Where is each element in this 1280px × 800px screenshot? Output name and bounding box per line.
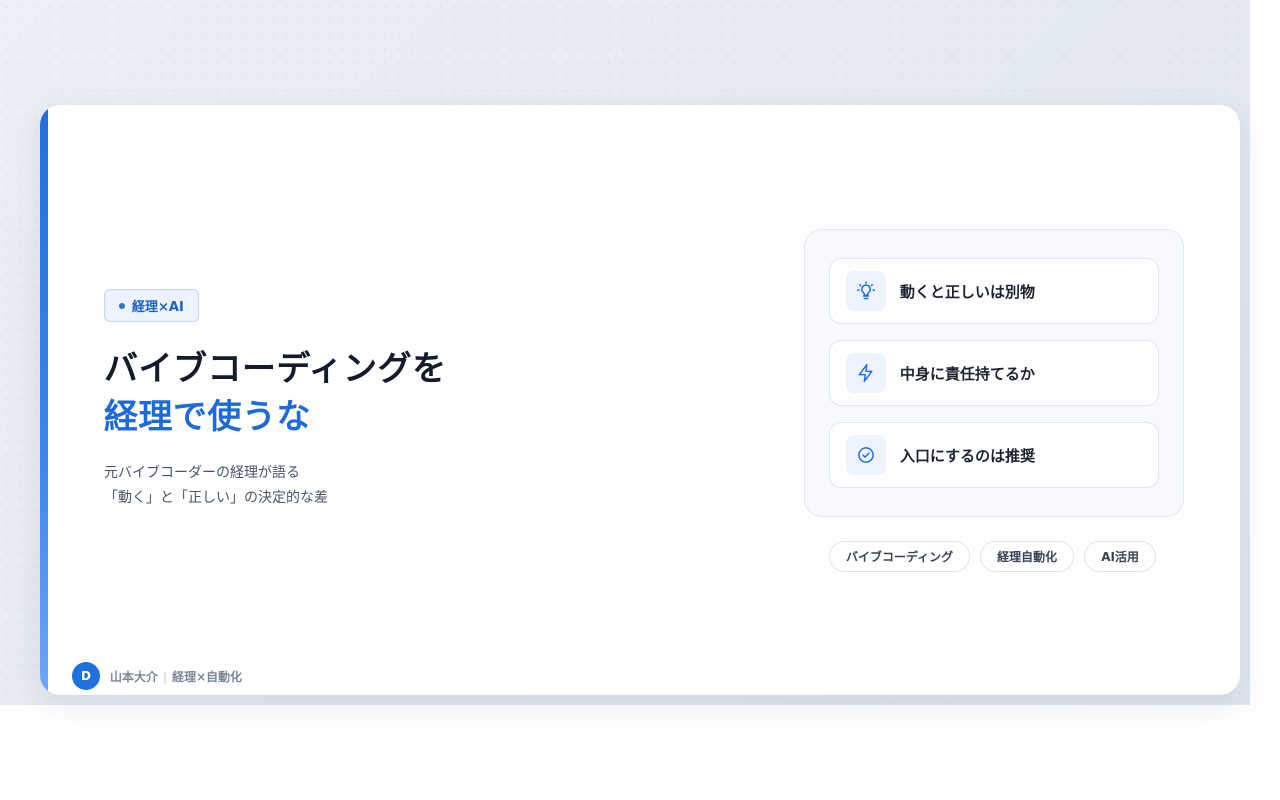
chip-accounting-automation[interactable]: 経理自動化 <box>980 541 1075 572</box>
hashtag-chips: バイブコーディング 経理自動化 AI活用 <box>829 541 1156 572</box>
chip-ai-usage[interactable]: AI活用 <box>1084 541 1156 572</box>
divider: | <box>163 669 168 684</box>
dot-icon <box>119 302 125 309</box>
key-point-label: 入口にするのは推奨 <box>900 446 1036 465</box>
category-tag-label: 経理×AI <box>132 300 184 315</box>
slide-card: 経理×AI バイブコーディングを 経理で使うな 元バイブコーダーの経理が語る 「… <box>40 105 1240 695</box>
title-line-1: バイブコーディングを <box>104 349 447 389</box>
slide-title: バイブコーディングを 経理で使うな <box>104 345 447 441</box>
accent-bar <box>40 105 48 695</box>
subtitle-line-2: 「動く」と「正しい」の決定的な差 <box>104 490 328 506</box>
key-point-item: 動くと正しいは別物 <box>829 258 1159 324</box>
author-info: 山本大介 | 経理×自動化 <box>110 668 242 685</box>
key-point-label: 中身に責任持てるか <box>900 364 1036 383</box>
slide-subtitle: 元バイブコーダーの経理が語る 「動く」と「正しい」の決定的な差 <box>104 461 328 511</box>
author-role: 経理×自動化 <box>172 669 243 684</box>
avatar: D <box>72 662 100 690</box>
key-point-item: 入口にするのは推奨 <box>829 422 1159 488</box>
check-circle-icon <box>846 435 886 475</box>
chip-vibe-coding[interactable]: バイブコーディング <box>829 541 971 572</box>
key-points-panel: 動くと正しいは別物 中身に責任持てるか 入口にするのは推奨 <box>804 229 1184 517</box>
title-line-2: 経理で使うな <box>104 397 311 437</box>
key-point-item: 中身に責任持てるか <box>829 340 1159 406</box>
author-name: 山本大介 <box>110 669 159 684</box>
author-footer: D 山本大介 | 経理×自動化 <box>72 662 242 690</box>
key-point-label: 動くと正しいは別物 <box>900 282 1036 301</box>
lightbulb-icon <box>846 271 886 311</box>
lightning-icon <box>846 353 886 393</box>
category-tag: 経理×AI <box>104 289 199 322</box>
subtitle-line-1: 元バイブコーダーの経理が語る <box>104 465 300 481</box>
